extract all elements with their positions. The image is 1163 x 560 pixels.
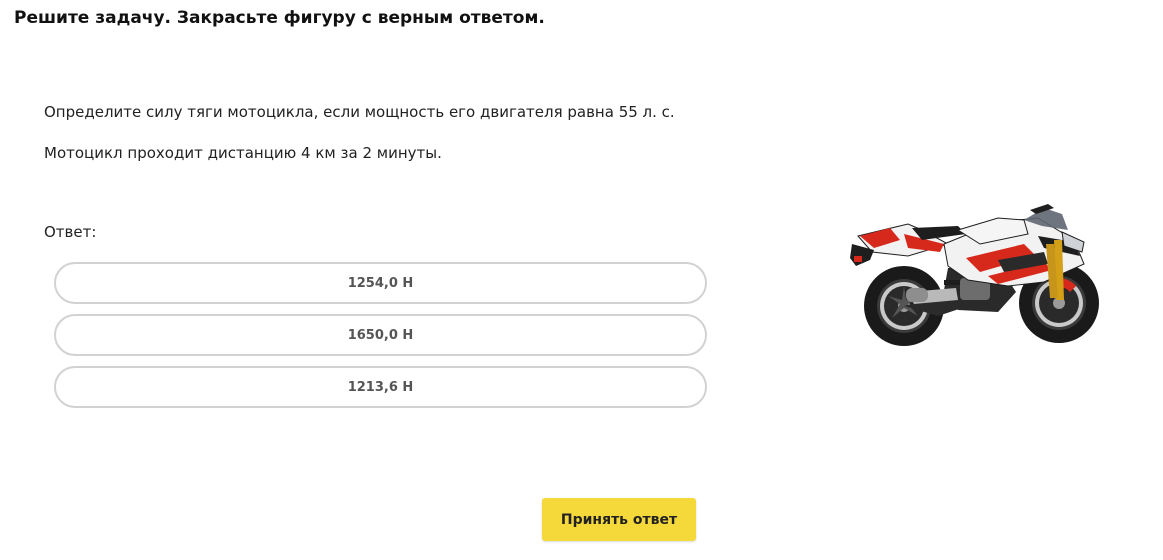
problem-text-line-1: Определите силу тяги мотоцикла, если мощ… [44,103,675,121]
answer-option-3-label: 1213,6 Н [347,379,414,395]
problem-text-line-2: Мотоцикл проходит дистанцию 4 км за 2 ми… [44,144,442,162]
answer-label: Ответ: [44,223,97,241]
answer-options: 1254,0 Н 1650,0 Н 1213,6 Н [54,262,707,418]
answer-option-2-label: 1650,0 Н [347,327,414,343]
submit-answer-label: Принять ответ [560,511,678,528]
answer-option-2[interactable]: 1650,0 Н [54,314,707,356]
answer-option-1-label: 1254,0 Н [347,275,414,291]
submit-answer-button[interactable]: Принять ответ [542,498,696,541]
answer-option-1[interactable]: 1254,0 Н [54,262,707,304]
motorcycle-illustration [850,204,1099,346]
task-title: Решите задачу. Закрасьте фигуру с верным… [14,8,545,28]
answer-option-3[interactable]: 1213,6 Н [54,366,707,408]
